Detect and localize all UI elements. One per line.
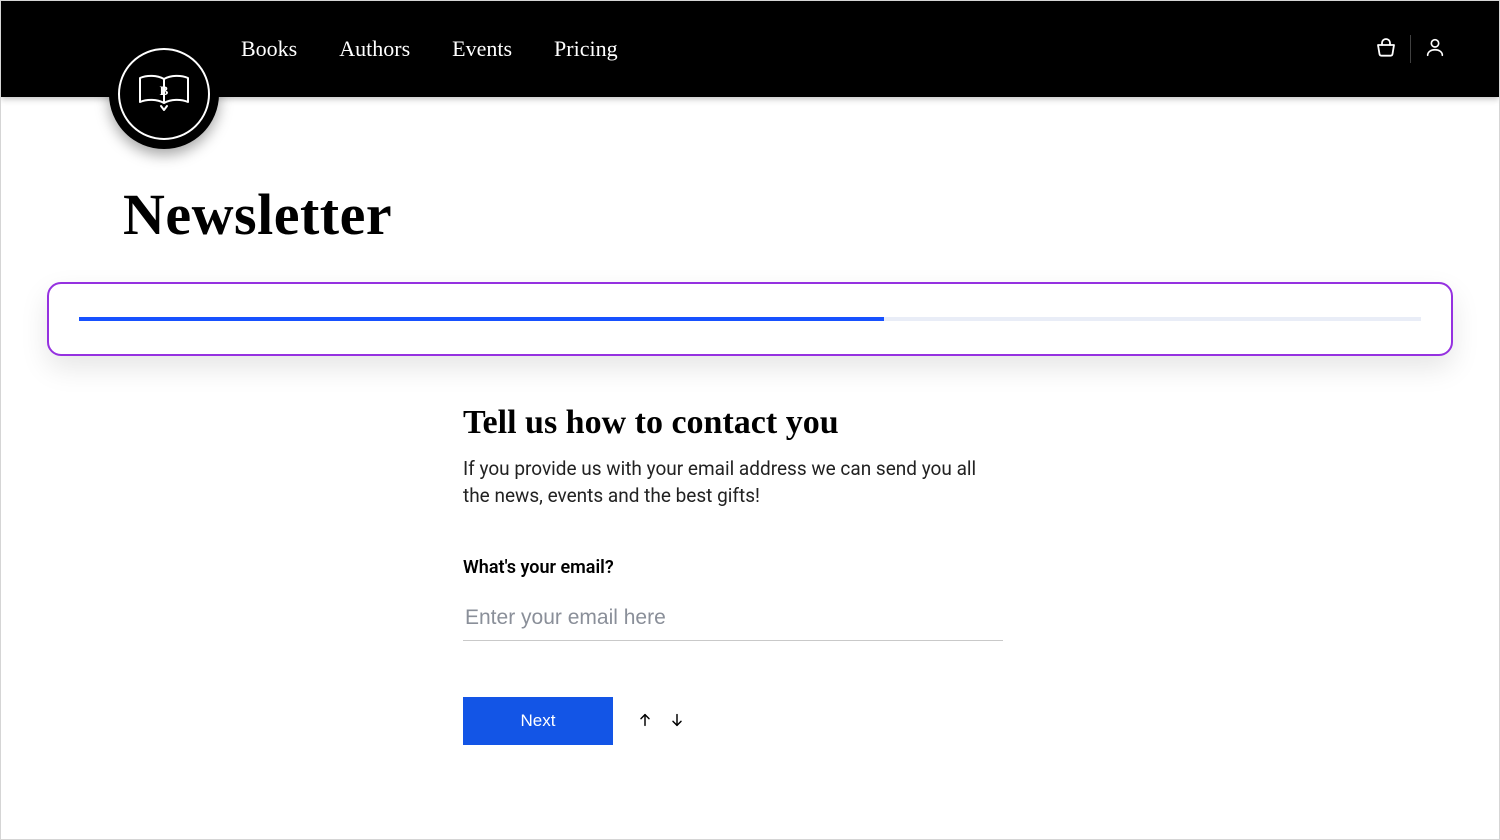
cart-button[interactable] [1362, 27, 1410, 71]
progress-card [47, 282, 1453, 356]
prev-step-button[interactable] [633, 708, 657, 735]
email-label: What's your email? [463, 557, 1003, 578]
basket-icon [1374, 35, 1398, 63]
progress-fill [79, 317, 884, 321]
progress-track [79, 317, 1421, 321]
brand-logo[interactable]: B [109, 39, 219, 149]
book-logo-icon: B [137, 72, 191, 116]
next-step-button[interactable] [665, 708, 689, 735]
main-nav: Books Authors Events Pricing [241, 36, 618, 62]
form-heading: Tell us how to contact you [463, 404, 1003, 442]
arrow-up-icon [637, 712, 653, 731]
nav-link-authors[interactable]: Authors [339, 36, 410, 62]
arrow-down-icon [669, 712, 685, 731]
account-button[interactable] [1411, 27, 1459, 71]
logo-ring: B [118, 48, 210, 140]
nav-link-pricing[interactable]: Pricing [554, 36, 618, 62]
form-subtext: If you provide us with your email addres… [463, 456, 1003, 509]
nav-link-events[interactable]: Events [452, 36, 512, 62]
next-button[interactable]: Next [463, 697, 613, 745]
page-title: Newsletter [123, 181, 1499, 248]
email-input[interactable] [463, 600, 1003, 641]
user-icon [1424, 36, 1446, 62]
newsletter-form: Tell us how to contact you If you provid… [463, 404, 1003, 745]
top-navbar: Books Authors Events Pricing [1, 1, 1499, 97]
nav-link-books[interactable]: Books [241, 36, 297, 62]
svg-text:B: B [160, 83, 169, 98]
